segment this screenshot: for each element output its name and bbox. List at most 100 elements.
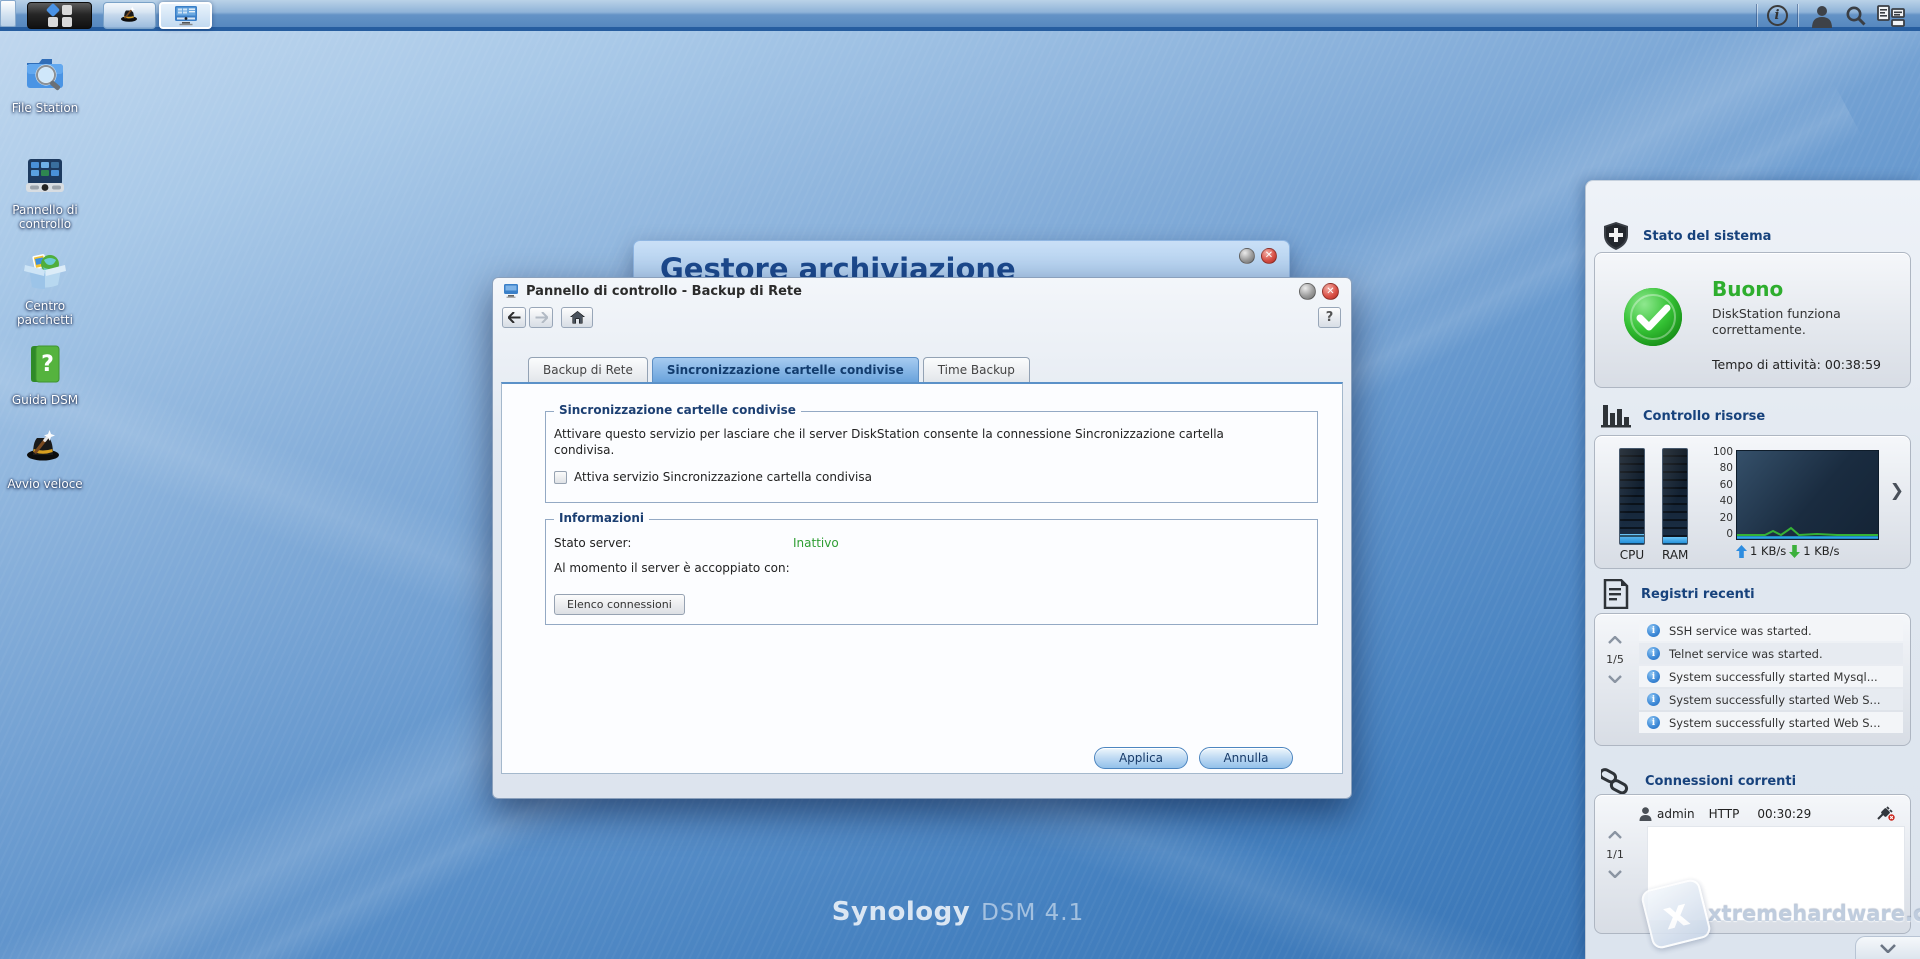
help-button[interactable]: ? <box>1318 307 1341 328</box>
connections-title: Connessioni correnti <box>1645 773 1797 789</box>
status-ok-check-icon <box>1624 288 1682 346</box>
server-status-value: Inattivo <box>793 536 839 550</box>
logs-page-indicator: 1/5 <box>1606 653 1624 666</box>
resource-monitor-card: CPU RAM 100 80 60 40 20 0 1 KB/s 1 KB/s … <box>1594 435 1911 569</box>
recent-logs-header: Registri recenti <box>1601 579 1755 609</box>
tab-network-backup[interactable]: Backup di Rete <box>528 357 648 382</box>
forward-button[interactable] <box>529 307 553 328</box>
info-icon: i <box>1647 624 1660 637</box>
chevron-down-icon <box>1880 943 1896 953</box>
connection-list-button[interactable]: Elenco connessioni <box>554 594 685 615</box>
connection-protocol: HTTP <box>1708 806 1740 821</box>
open-resource-monitor-chevron[interactable]: ❯ <box>1890 481 1904 501</box>
connections-page-indicator: 1/1 <box>1606 848 1624 861</box>
pilot-view-button[interactable] <box>1872 0 1910 31</box>
apply-button[interactable]: Applica <box>1094 747 1188 769</box>
main-menu-button[interactable] <box>27 2 92 29</box>
svg-text:?: ? <box>41 352 54 377</box>
system-status-message: DiskStation funziona correttamente. <box>1712 306 1841 338</box>
user-icon <box>1812 5 1832 28</box>
log-row: i SSH service was started. <box>1639 620 1903 641</box>
disconnect-icon[interactable] <box>1877 806 1895 821</box>
connection-time: 00:30:29 <box>1757 806 1812 821</box>
search-icon <box>1846 6 1866 26</box>
dsm-branding: Synology DSM 4.1 <box>832 897 1084 927</box>
enable-sync-checkbox[interactable] <box>554 470 567 484</box>
pilot-view-icon <box>1877 4 1905 27</box>
search-button[interactable] <box>1840 0 1872 31</box>
page-down-chevron[interactable] <box>1608 870 1622 878</box>
desktop-icon-label: Centro pacchetti <box>17 299 73 328</box>
connection-user: admin <box>1657 806 1695 821</box>
user-menu-button[interactable] <box>1804 0 1840 31</box>
info-icon: i <box>1647 647 1660 660</box>
log-document-icon <box>1603 579 1629 609</box>
page-up-chevron[interactable] <box>1608 831 1622 839</box>
info-icon: i <box>1647 670 1660 683</box>
info-icon: i <box>1647 693 1660 706</box>
resource-monitor-header: Controllo risorse <box>1601 403 1765 429</box>
desktop-icon-file-station[interactable]: File Station <box>5 48 85 115</box>
info-icon: i <box>1766 5 1788 26</box>
taskbar: i <box>0 0 1920 31</box>
ram-label: RAM <box>1662 548 1689 562</box>
desktop-icon-package-center[interactable]: Centro pacchetti <box>5 246 85 328</box>
dsm-help-icon: ? <box>20 340 70 390</box>
close-icon[interactable]: ✕ <box>1261 248 1277 264</box>
show-desktop-button[interactable] <box>0 0 16 27</box>
taskbar-quick-start-button[interactable] <box>103 2 156 29</box>
page-up-chevron[interactable] <box>1608 636 1622 644</box>
log-list: i SSH service was started. i Telnet serv… <box>1639 620 1903 735</box>
enable-sync-checkbox-row[interactable]: Attiva servizio Sincronizzazione cartell… <box>554 470 872 484</box>
network-traffic-graph <box>1736 450 1879 540</box>
page-down-chevron[interactable] <box>1608 675 1622 683</box>
upload-arrow-icon <box>1736 544 1747 558</box>
dialog-content: Sincronizzazione cartelle condivise Atti… <box>501 382 1343 774</box>
sidebar-collapse-tab[interactable] <box>1855 936 1920 959</box>
desktop: Synology DSM 4.1 File Station Pannello d… <box>0 0 1920 959</box>
cpu-label: CPU <box>1619 548 1645 562</box>
info-section-legend: Informazioni <box>554 511 649 525</box>
tab-shared-folder-sync[interactable]: Sincronizzazione cartelle condivise <box>651 357 919 382</box>
main-menu-grid-icon <box>45 2 73 28</box>
enable-sync-checkbox-label: Attiva servizio Sincronizzazione cartell… <box>574 470 872 484</box>
connections-card: 1/1 admin HTTP 00:30:29 <box>1594 794 1911 934</box>
desktop-icon-dsm-help[interactable]: ? Guida DSM <box>5 340 85 407</box>
uptime-text: Tempo di attività: 00:38:59 <box>1712 357 1882 372</box>
control-panel-window-icon <box>174 6 197 26</box>
home-button[interactable] <box>561 307 593 328</box>
magic-hat-icon <box>120 6 137 22</box>
log-row: i System successfully started Web S... <box>1639 712 1903 733</box>
desktop-icon-label: Pannello di controllo <box>12 203 78 232</box>
system-sidebar: Stato del sistema Buono DiskStation funz… <box>1585 180 1920 959</box>
info-button[interactable]: i <box>1764 0 1790 31</box>
info-section: Informazioni Stato server: Inattivo Al m… <box>545 511 1318 625</box>
file-station-icon <box>20 48 70 98</box>
home-icon <box>569 311 585 324</box>
desktop-icon-control-panel[interactable]: Pannello di controllo <box>5 150 85 232</box>
close-icon[interactable]: ✕ <box>1322 283 1339 300</box>
minimize-button[interactable] <box>1239 248 1255 264</box>
system-status-header: Stato del sistema <box>1601 221 1771 251</box>
cancel-button[interactable]: Annulla <box>1199 747 1293 769</box>
system-status-card: Buono DiskStation funziona correttamente… <box>1594 252 1911 388</box>
resource-monitor-title: Controllo risorse <box>1643 408 1766 424</box>
network-speed-legend: 1 KB/s 1 KB/s <box>1736 544 1840 558</box>
desktop-icon-quick-start[interactable]: Avvio veloce <box>5 424 85 491</box>
storage-manager-window[interactable]: Gestore archiviazione ✕ <box>633 240 1290 281</box>
sync-section-description: Attivare questo servizio per lasciare ch… <box>554 427 1224 458</box>
back-button[interactable] <box>502 307 526 328</box>
shield-icon <box>1604 222 1628 250</box>
dialog-titlebar[interactable]: Pannello di controllo - Backup di Rete ✕ <box>493 278 1351 304</box>
synology-logo-text: Synology <box>831 897 971 927</box>
taskbar-control-panel-button-active[interactable] <box>159 2 212 29</box>
download-arrow-icon <box>1789 544 1801 558</box>
minimize-button[interactable] <box>1299 283 1316 300</box>
bar-chart-icon <box>1601 405 1631 428</box>
user-icon <box>1639 806 1652 821</box>
connections-pager: 1/1 <box>1601 831 1629 878</box>
tab-time-backup[interactable]: Time Backup <box>922 357 1030 382</box>
dsm-version-text: DSM 4.1 <box>981 900 1085 926</box>
connections-header: Connessioni correnti <box>1601 766 1796 796</box>
network-graph-axis: 100 80 60 40 20 0 <box>1712 446 1733 541</box>
